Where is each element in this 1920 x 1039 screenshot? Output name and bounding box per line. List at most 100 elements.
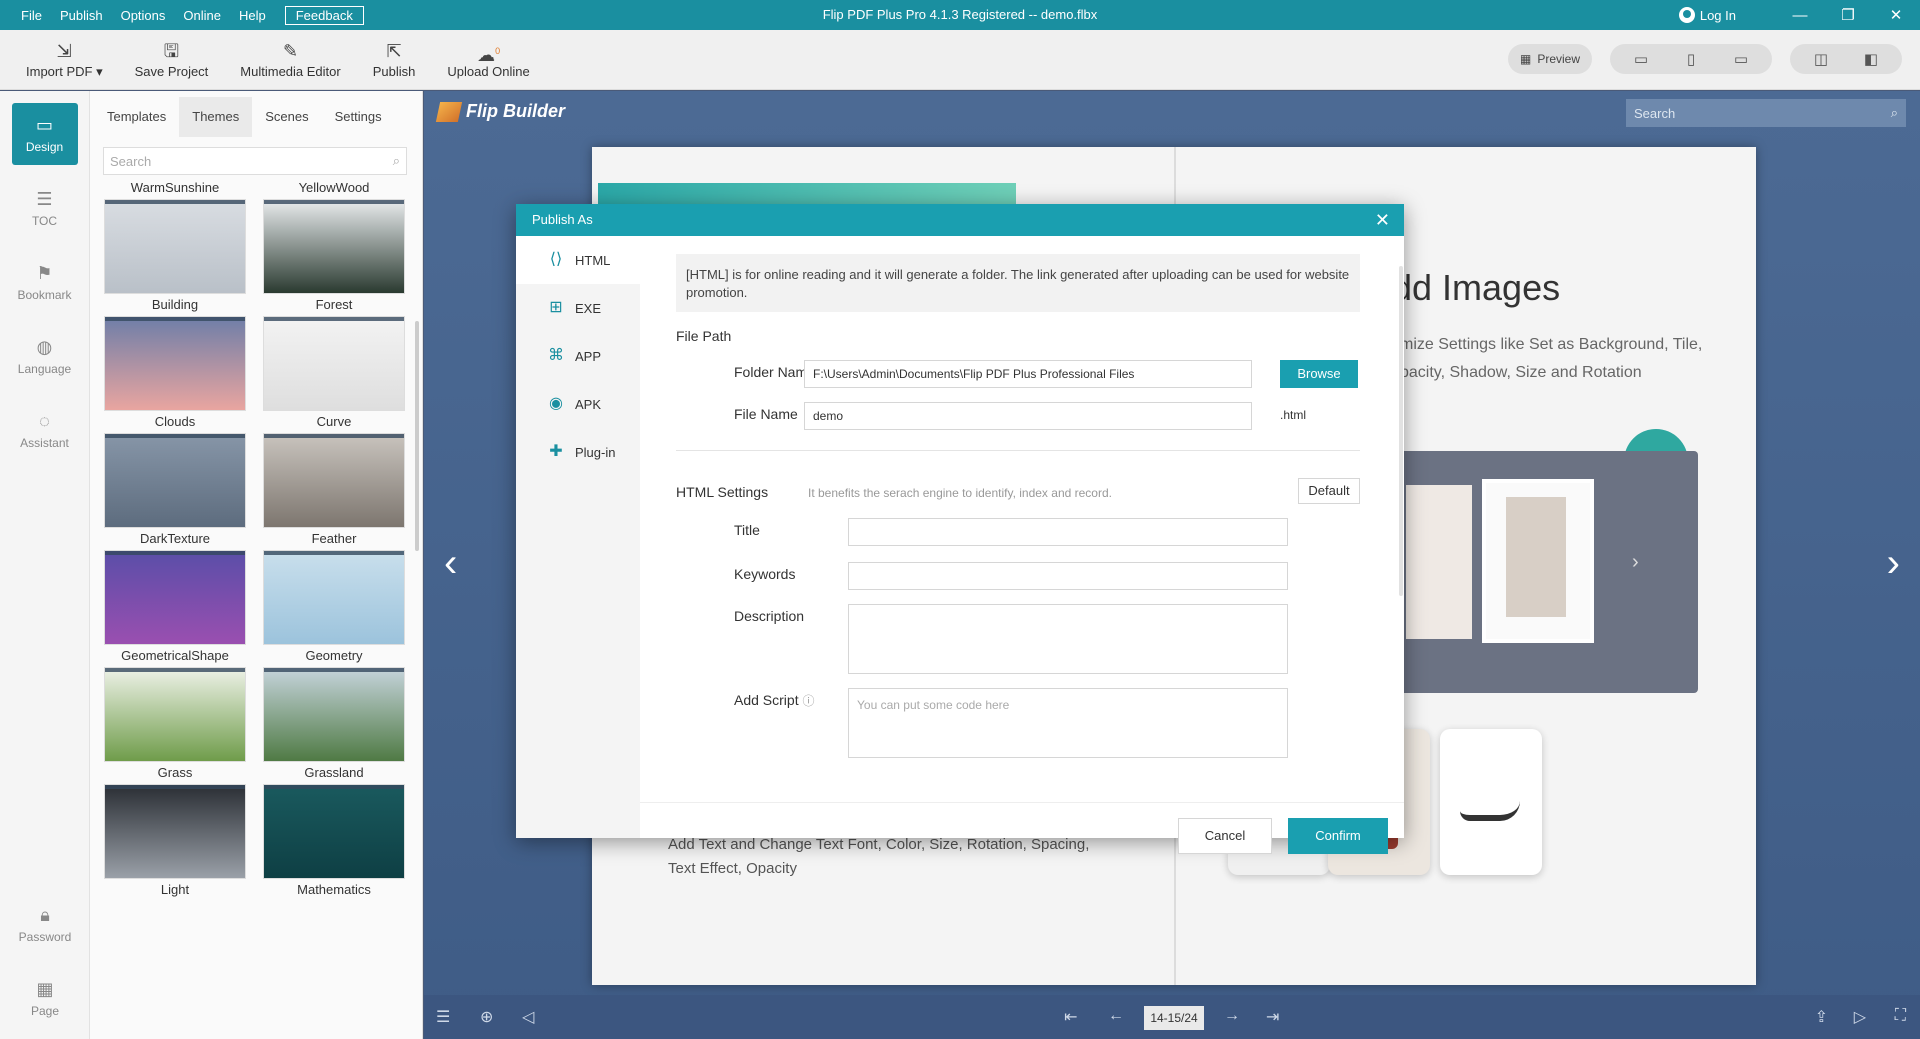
app-icon: ⌘ xyxy=(548,347,564,364)
menu-options[interactable]: Options xyxy=(112,8,175,23)
themes-panel: Templates Themes Scenes Settings Search … xyxy=(90,91,423,1039)
theme-search-input[interactable]: Search ⌕ xyxy=(103,147,407,175)
tab-settings[interactable]: Settings xyxy=(322,97,395,137)
dialog-scrollbar[interactable] xyxy=(1398,246,1404,806)
theme-item[interactable]: Feather xyxy=(263,433,405,550)
theme-item[interactable]: Grass xyxy=(104,667,246,784)
theme-name: Clouds xyxy=(154,414,196,429)
login-button[interactable]: Log In xyxy=(1678,7,1736,23)
grid-icon: ▦ xyxy=(1519,52,1532,66)
rail-password[interactable]: 🔒︎ Password xyxy=(12,893,78,955)
tab-scenes[interactable]: Scenes xyxy=(252,97,321,137)
last-page-icon[interactable]: ⇥ xyxy=(1266,1007,1279,1027)
theme-item[interactable]: Forest xyxy=(263,199,405,316)
browse-button[interactable]: Browse xyxy=(1280,360,1358,388)
minimize-icon[interactable]: — xyxy=(1776,7,1824,24)
theme-item[interactable]: Light xyxy=(104,784,246,901)
tablet-icon[interactable]: ▭ xyxy=(1716,44,1766,74)
globe-icon: ◍ xyxy=(36,336,53,357)
rail-password-label: Password xyxy=(18,929,72,944)
single-page-icon[interactable]: ◧ xyxy=(1846,44,1896,74)
user-icon xyxy=(1678,7,1695,23)
file-path-heading: File Path xyxy=(676,328,732,344)
tab-templates[interactable]: Templates xyxy=(94,97,179,137)
preview-button[interactable]: ▦ Preview xyxy=(1507,44,1592,74)
theme-item[interactable]: Clouds xyxy=(104,316,246,433)
fullscreen-icon[interactable]: ⛶ xyxy=(1895,1007,1906,1025)
theme-name: DarkTexture xyxy=(139,531,211,546)
prev-page-icon[interactable]: ‹ xyxy=(444,541,457,586)
rail-page[interactable]: ▦ Page xyxy=(12,967,78,1029)
main-toolbar: ⇲ Import PDF ▾ 🖫 Save Project ✎ Multimed… xyxy=(0,30,1920,90)
prev-icon[interactable]: ← xyxy=(1108,1007,1124,1025)
close-icon[interactable]: ✕ xyxy=(1375,204,1390,236)
cancel-button[interactable]: Cancel xyxy=(1178,818,1272,854)
next-page-icon[interactable]: › xyxy=(1887,541,1900,586)
thumbnails-icon[interactable]: ☰ xyxy=(436,1007,450,1027)
phone-icon[interactable]: ▯ xyxy=(1666,44,1716,74)
rail-assistant[interactable]: ◌ Assistant xyxy=(12,399,78,461)
book-search-input[interactable]: Search ⌕ xyxy=(1626,99,1906,127)
import-pdf-button[interactable]: ⇲ Import PDF ▾ xyxy=(10,30,119,90)
file-name-input[interactable]: demo xyxy=(804,402,1252,430)
restore-icon[interactable]: ❐ xyxy=(1824,6,1872,24)
format-plugin-label: Plug-in xyxy=(575,444,616,460)
theme-item[interactable]: Geometry xyxy=(263,550,405,667)
zoom-in-icon[interactable]: ⊕ xyxy=(480,1007,493,1027)
menu-online[interactable]: Online xyxy=(174,8,230,23)
book-search-placeholder: Search xyxy=(1634,105,1676,121)
confirm-button[interactable]: Confirm xyxy=(1288,818,1388,854)
theme-thumbnail xyxy=(263,667,405,762)
help-icon[interactable]: ⓘ xyxy=(802,694,814,708)
default-button[interactable]: Default xyxy=(1298,478,1360,504)
theme-item[interactable]: DarkTexture xyxy=(104,433,246,550)
format-plugin[interactable]: ✚ Plug-in xyxy=(516,428,640,476)
theme-item[interactable]: Grassland xyxy=(263,667,405,784)
feedback-button[interactable]: Feedback xyxy=(284,5,364,25)
description-input[interactable] xyxy=(848,604,1288,674)
format-app[interactable]: ⌘ APP xyxy=(516,332,640,380)
publish-button[interactable]: ⇱ Publish xyxy=(357,30,432,90)
menu-file[interactable]: File xyxy=(12,8,51,23)
save-project-button[interactable]: 🖫 Save Project xyxy=(119,30,225,90)
theme-item[interactable]: WarmSunshine xyxy=(104,177,246,199)
theme-item[interactable]: Mathematics xyxy=(263,784,405,901)
preview-bottom-bar: ☰ ⊕ ◁ ⇤ ← 14-15/24 → ⇥ ⇪ ▷ ⛶ xyxy=(424,995,1920,1039)
theme-item[interactable]: Curve xyxy=(263,316,405,433)
first-page-icon[interactable]: ⇤ xyxy=(1064,1007,1077,1027)
folder-name-input[interactable]: F:\Users\Admin\Documents\Flip PDF Plus P… xyxy=(804,360,1252,388)
rail-toc[interactable]: ☰ TOC xyxy=(12,177,78,239)
format-html[interactable]: ⟨⟩ HTML xyxy=(516,236,640,284)
format-app-label: APP xyxy=(575,348,602,364)
rail-language[interactable]: ◍ Language xyxy=(12,325,78,387)
cloud-upload-icon: ☁0 xyxy=(477,45,501,65)
autoplay-icon[interactable]: ▷ xyxy=(1854,1007,1866,1027)
rail-bookmark[interactable]: ⚑ Bookmark xyxy=(12,251,78,313)
rail-design[interactable]: ▭ Design xyxy=(11,103,78,165)
tab-themes[interactable]: Themes xyxy=(179,97,253,137)
keywords-input[interactable] xyxy=(848,562,1288,590)
share-icon[interactable]: ⇪ xyxy=(1815,1007,1828,1027)
title-label: Title xyxy=(734,522,760,538)
theme-item[interactable]: GeometricalShape xyxy=(104,550,246,667)
menu-help[interactable]: Help xyxy=(230,8,275,23)
theme-item[interactable]: Building xyxy=(104,199,246,316)
page-indicator[interactable]: 14-15/24 xyxy=(1144,1006,1204,1030)
upload-online-button[interactable]: ☁0 Upload Online xyxy=(431,30,545,90)
panel-scrollbar[interactable] xyxy=(415,321,419,551)
theme-thumbnail xyxy=(104,667,246,762)
next-icon[interactable]: → xyxy=(1224,1007,1240,1025)
double-page-icon[interactable]: ◫ xyxy=(1796,44,1846,74)
format-apk[interactable]: ◉ APK xyxy=(516,380,640,428)
multimedia-editor-button[interactable]: ✎ Multimedia Editor xyxy=(224,30,356,90)
title-input[interactable] xyxy=(848,518,1288,546)
section-divider xyxy=(676,450,1360,451)
menu-publish[interactable]: Publish xyxy=(51,8,112,23)
theme-item[interactable]: YellowWood xyxy=(263,177,405,199)
format-exe[interactable]: ⊞ EXE xyxy=(516,284,640,332)
sound-icon[interactable]: ◁ xyxy=(522,1007,534,1027)
close-window-icon[interactable]: ✕ xyxy=(1872,6,1920,24)
panel-tabs: Templates Themes Scenes Settings xyxy=(90,91,422,143)
desktop-icon[interactable]: ▭ xyxy=(1616,44,1666,74)
add-script-input[interactable]: You can put some code here xyxy=(848,688,1288,758)
